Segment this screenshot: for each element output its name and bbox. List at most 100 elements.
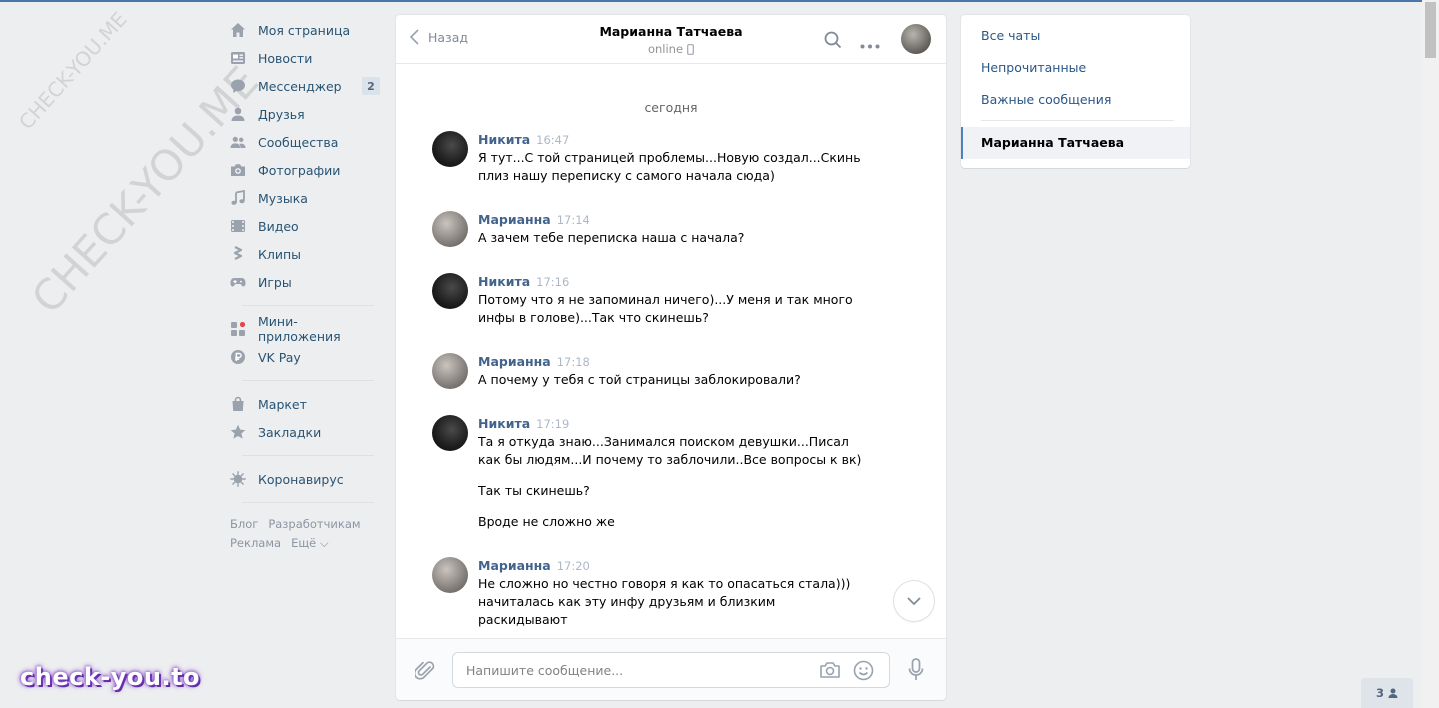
- author-avatar[interactable]: [432, 273, 468, 309]
- message-input[interactable]: [453, 653, 783, 687]
- sidebar-item-label: Клипы: [258, 246, 302, 262]
- sidebar-item-home[interactable]: Моя страница: [230, 16, 380, 44]
- message-author[interactable]: Марианна: [478, 354, 551, 369]
- sidebar-item-label: Игры: [258, 274, 292, 290]
- bag-icon: [230, 396, 246, 412]
- message-item[interactable]: Марианна 17:18 А почему у тебя с той стран…: [396, 347, 946, 389]
- scroll-down-button[interactable]: [894, 581, 934, 621]
- sidebar-item-label: VK Pay: [258, 349, 301, 365]
- scrollbar-thumb[interactable]: [1425, 2, 1436, 58]
- message-list[interactable]: Никита 16:47 Я тут...С той страницей пробл…: [396, 125, 946, 637]
- chat-panel: Назад Марианна Татчаева online сегодня Н…: [396, 15, 946, 700]
- star-icon: [230, 424, 246, 440]
- message-author[interactable]: Никита: [478, 132, 530, 147]
- message-text: А зачем тебе переписка наша с начала?: [478, 230, 745, 245]
- sidebar-item-bag[interactable]: Маркет: [230, 390, 380, 418]
- message-text: Я тут...С той страницей проблемы...Новую…: [478, 150, 861, 183]
- sidebar-item-label: Мини-приложения: [258, 314, 341, 344]
- watermark-small: CHECK-YOU.ME: [14, 7, 132, 135]
- active-chat-item[interactable]: Марианна Татчаева: [961, 127, 1190, 159]
- sidebar-item-label: Фотографии: [258, 162, 341, 178]
- nav-divider: [242, 380, 374, 381]
- paperclip-icon[interactable]: [413, 659, 435, 684]
- message-composer: [396, 638, 946, 700]
- sidebar-item-mini-apps[interactable]: Мини-приложения: [230, 314, 380, 344]
- message-author[interactable]: Марианна: [478, 212, 551, 227]
- camera-icon[interactable]: [819, 661, 841, 682]
- sidebar-item-star[interactable]: Закладки: [230, 418, 380, 446]
- peer-avatar[interactable]: [901, 24, 931, 54]
- mini-apps-icon: [230, 321, 246, 337]
- sidebar-item-label: Маркет: [258, 396, 307, 412]
- message-time[interactable]: 17:16: [536, 275, 569, 289]
- footer-ads-link[interactable]: Реклама: [230, 536, 281, 550]
- sidebar-item-vkpay[interactable]: VK Pay: [230, 343, 380, 371]
- message-item[interactable]: Марианна 17:14 А зачем тебе переписка наша…: [396, 205, 946, 247]
- message-text: Так ты скинешь?: [478, 483, 590, 498]
- message-meta: Никита 17:16: [478, 273, 866, 291]
- message-item[interactable]: Марианна 17:20 Не сложно но честно говоря …: [396, 551, 946, 629]
- author-avatar[interactable]: [432, 131, 468, 167]
- footer-blog-link[interactable]: Блог: [230, 517, 258, 531]
- message-author[interactable]: Никита: [478, 274, 530, 289]
- sidebar-item-gamepad[interactable]: Игры: [230, 268, 380, 296]
- message-input-box[interactable]: [452, 652, 890, 688]
- sidebar-item-messenger[interactable]: Мессенджер 2: [230, 72, 380, 100]
- sidebar-item-video[interactable]: Видео: [230, 212, 380, 240]
- sidebar-item-camera[interactable]: Фотографии: [230, 156, 380, 184]
- online-count-value: 3: [1375, 686, 1384, 700]
- message-item[interactable]: Никита 16:47 Я тут...С той страницей пробл…: [396, 125, 946, 185]
- camera-icon: [230, 162, 246, 178]
- filter-divider: [981, 120, 1174, 121]
- message-author[interactable]: Марианна: [478, 558, 551, 573]
- message-time[interactable]: 17:20: [557, 559, 590, 573]
- message-time[interactable]: 17:18: [557, 355, 590, 369]
- clips-icon: [230, 246, 246, 262]
- message-time[interactable]: 16:47: [536, 133, 569, 147]
- sidebar-item-label: Друзья: [258, 106, 305, 122]
- search-icon[interactable]: [824, 31, 842, 52]
- virus-icon: [230, 471, 246, 487]
- message-meta: Марианна 17:14: [478, 211, 866, 229]
- sidebar-item-virus[interactable]: Коронавирус: [230, 465, 380, 493]
- sidebar-item-label: Новости: [258, 50, 313, 66]
- message-time[interactable]: 17:14: [557, 213, 590, 227]
- sidebar-item-friends[interactable]: Друзья: [230, 100, 380, 128]
- sidebar-item-label: Моя страница: [258, 22, 351, 38]
- message-meta: Никита 17:19: [478, 415, 866, 433]
- author-avatar[interactable]: [432, 557, 468, 593]
- filter-unread[interactable]: Непрочитанные: [961, 52, 1190, 84]
- filter-important[interactable]: Важные сообщения: [961, 84, 1190, 116]
- sidebar-item-news[interactable]: Новости: [230, 44, 380, 72]
- message-item[interactable]: Никита 17:19 Та я откуда знаю...Занимался …: [396, 409, 946, 531]
- filter-all-chats[interactable]: Все чаты: [961, 20, 1190, 52]
- author-avatar[interactable]: [432, 415, 468, 451]
- footer-links: Блог Разработчикам Реклама Ещё ⌵: [230, 515, 380, 553]
- page-scrollbar[interactable]: [1422, 0, 1439, 708]
- vkpay-icon: [230, 349, 246, 365]
- nav-divider: [242, 502, 374, 503]
- sidebar-item-label: Закладки: [258, 424, 322, 440]
- author-avatar[interactable]: [432, 211, 468, 247]
- video-icon: [230, 218, 246, 234]
- online-friends-counter[interactable]: 3: [1361, 678, 1413, 708]
- sidebar-item-label: Мессенджер: [258, 78, 342, 94]
- message-author[interactable]: Никита: [478, 416, 530, 431]
- sidebar-item-clips[interactable]: Клипы: [230, 240, 380, 268]
- message-time[interactable]: 17:19: [536, 417, 569, 431]
- news-icon: [230, 50, 246, 66]
- left-sidebar: Моя страница Новости Мессенджер 2 Друзья Сооб…: [230, 16, 380, 553]
- footer-dev-link[interactable]: Разработчикам: [268, 517, 360, 531]
- more-icon[interactable]: [860, 37, 880, 52]
- microphone-icon[interactable]: [908, 658, 924, 685]
- sidebar-item-communities[interactable]: Сообщества: [230, 128, 380, 156]
- top-accent-line: [0, 0, 1422, 2]
- author-avatar[interactable]: [432, 353, 468, 389]
- sidebar-item-music[interactable]: Музыка: [230, 184, 380, 212]
- message-text: Потому что я не запоминал ничего)...У ме…: [478, 292, 853, 325]
- message-item[interactable]: Никита 17:16 Потому что я не запоминал нич…: [396, 267, 946, 327]
- footer-more-link[interactable]: Ещё ⌵: [291, 536, 329, 550]
- sidebar-item-label: Музыка: [258, 190, 308, 206]
- smile-icon[interactable]: [853, 660, 874, 684]
- gamepad-icon: [230, 274, 246, 290]
